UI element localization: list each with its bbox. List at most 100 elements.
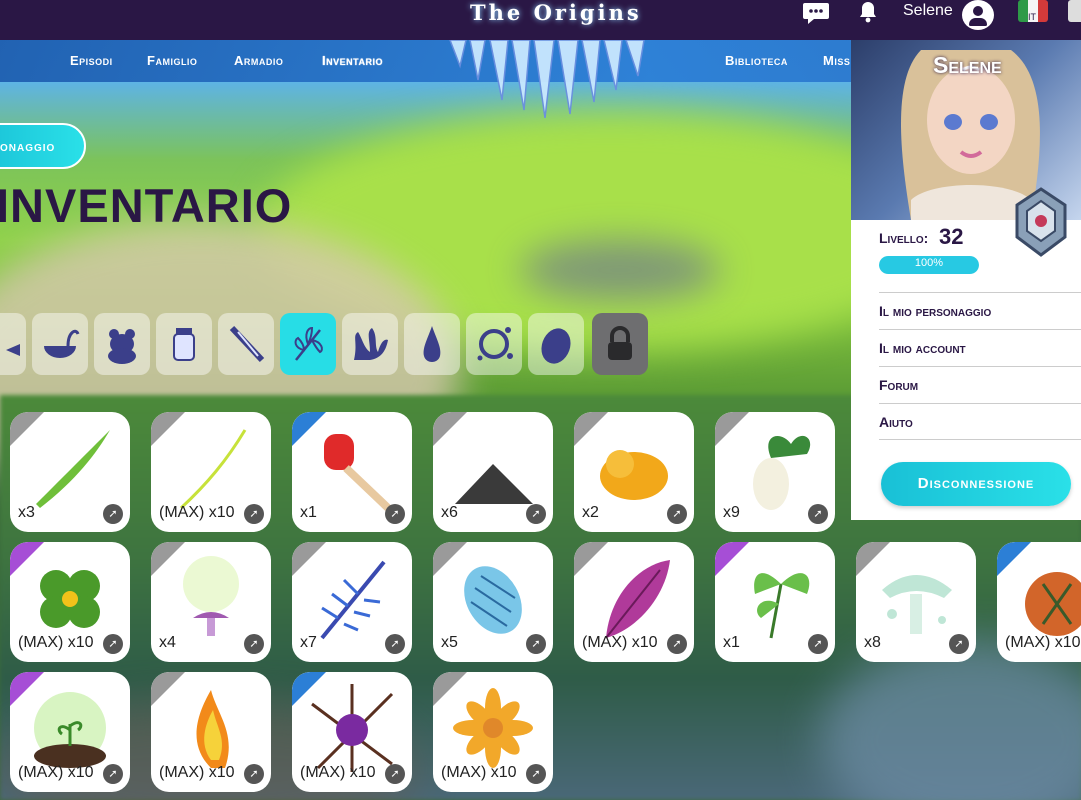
item-link-icon[interactable]: ➚ bbox=[103, 504, 123, 524]
category-tab-herb[interactable] bbox=[280, 313, 336, 375]
category-tab-dish[interactable] bbox=[0, 313, 26, 375]
item-quantity: x2 bbox=[582, 504, 599, 521]
item-link-icon[interactable]: ➚ bbox=[949, 634, 969, 654]
item-quantity: (MAX) x10 bbox=[1005, 634, 1081, 651]
item-link-icon[interactable]: ➚ bbox=[244, 634, 264, 654]
profile-name: Selene bbox=[933, 52, 1002, 78]
inventory-item-white-radish[interactable]: x9 ➚ bbox=[715, 412, 835, 532]
menu-my-character[interactable]: Il mio personaggio bbox=[879, 292, 1081, 329]
level-badge-icon bbox=[1015, 187, 1067, 257]
nav-armadio[interactable]: Armadio bbox=[234, 53, 283, 68]
item-quantity: (MAX) x10 bbox=[300, 764, 376, 781]
item-link-icon[interactable]: ➚ bbox=[244, 504, 264, 524]
category-tab-coral[interactable] bbox=[342, 313, 398, 375]
category-tab-ladle[interactable] bbox=[32, 313, 88, 375]
honey-dipper-icon bbox=[324, 434, 391, 511]
level-label: Livello: bbox=[879, 230, 929, 246]
character-button[interactable]: onaggio bbox=[0, 123, 86, 169]
lock-icon bbox=[608, 326, 632, 360]
item-link-icon[interactable]: ➚ bbox=[526, 764, 546, 784]
fire-flower-icon bbox=[196, 690, 229, 768]
bell-icon[interactable] bbox=[854, 0, 882, 26]
item-link-icon[interactable]: ➚ bbox=[667, 504, 687, 524]
drop-icon bbox=[423, 326, 441, 362]
thorn-berry-icon bbox=[311, 684, 394, 772]
coral-icon bbox=[354, 328, 388, 360]
item-quantity: (MAX) x10 bbox=[159, 764, 235, 781]
dish-icon bbox=[6, 344, 20, 356]
inventory-item-pomegranate[interactable]: (MAX) x10➚ bbox=[997, 542, 1081, 662]
item-link-icon[interactable]: ➚ bbox=[808, 504, 828, 524]
nav-biblioteca[interactable]: Biblioteca bbox=[725, 53, 788, 68]
extra-menu-icon[interactable] bbox=[1068, 0, 1081, 22]
inventory-item-glowing-mushroom[interactable]: x4 ➚ bbox=[151, 542, 271, 662]
item-link-icon[interactable]: ➚ bbox=[385, 504, 405, 524]
game-logo[interactable]: The Origins bbox=[470, 0, 642, 25]
nav-missioni[interactable]: Miss bbox=[823, 53, 850, 68]
category-tab-feather[interactable] bbox=[218, 313, 274, 375]
item-link-icon[interactable]: ➚ bbox=[667, 634, 687, 654]
category-tab-drop[interactable] bbox=[404, 313, 460, 375]
item-link-icon[interactable]: ➚ bbox=[244, 764, 264, 784]
menu-help[interactable]: Aiuto bbox=[879, 403, 1081, 440]
inventory-item-fire-flower[interactable]: (MAX) x10 ➚ bbox=[151, 672, 271, 792]
bubble-icon bbox=[477, 327, 513, 361]
inventory-item-slime-mushroom[interactable]: x8 ➚ bbox=[856, 542, 976, 662]
item-quantity: x8 bbox=[864, 634, 881, 651]
user-name[interactable]: Selene bbox=[903, 2, 953, 20]
four-leaf-clover-icon bbox=[40, 570, 100, 628]
item-quantity: x5 bbox=[441, 634, 458, 651]
inventory-item-green-sprig[interactable]: x1 ➚ bbox=[715, 542, 835, 662]
inventory-item-amber-resin[interactable]: x2 ➚ bbox=[574, 412, 694, 532]
inventory-item-four-leaf-clover[interactable]: (MAX) x10 ➚ bbox=[10, 542, 130, 662]
category-tab-locked[interactable] bbox=[592, 313, 648, 375]
item-link-icon[interactable]: ➚ bbox=[526, 634, 546, 654]
item-link-icon[interactable]: ➚ bbox=[808, 634, 828, 654]
item-quantity: (MAX) x10 bbox=[441, 764, 517, 781]
purple-leaf-icon bbox=[605, 560, 670, 639]
pomegranate-icon bbox=[1025, 572, 1081, 636]
inventory-item-purple-leaf[interactable]: (MAX) x10 ➚ bbox=[574, 542, 694, 662]
account-icon[interactable] bbox=[962, 0, 994, 30]
item-quantity: (MAX) x10 bbox=[159, 504, 235, 521]
menu-forum[interactable]: Forum bbox=[879, 366, 1081, 403]
item-link-icon[interactable]: ➚ bbox=[526, 504, 546, 524]
jar-icon bbox=[173, 328, 195, 361]
chat-icon[interactable] bbox=[802, 0, 830, 26]
nav-inventario[interactable]: Inventario bbox=[322, 53, 383, 68]
inventory-item-blue-fern[interactable]: x7 ➚ bbox=[292, 542, 412, 662]
inventory-item-thorn-berry[interactable]: (MAX) x10 ➚ bbox=[292, 672, 412, 792]
inventory-item-ash-pile[interactable]: x6 ➚ bbox=[433, 412, 553, 532]
orange-blossom-icon bbox=[453, 688, 533, 768]
category-tab-animal[interactable] bbox=[94, 313, 150, 375]
white-radish-icon bbox=[753, 435, 811, 510]
inventory-item-grass-blade[interactable]: x3 ➚ bbox=[10, 412, 130, 532]
ladle-icon bbox=[44, 329, 80, 358]
inventory-item-thin-stalk[interactable]: (MAX) x10 ➚ bbox=[151, 412, 271, 532]
feather-icon bbox=[229, 325, 265, 363]
inventory-item-honey-dipper[interactable]: x1 ➚ bbox=[292, 412, 412, 532]
nav-famiglio[interactable]: Famiglio bbox=[147, 53, 197, 68]
item-quantity: x6 bbox=[441, 504, 458, 521]
inventory-item-sprouting-soil[interactable]: (MAX) x10 ➚ bbox=[10, 672, 130, 792]
category-tab-stone[interactable] bbox=[528, 313, 584, 375]
item-link-icon[interactable]: ➚ bbox=[385, 634, 405, 654]
item-link-icon[interactable]: ➚ bbox=[103, 634, 123, 654]
category-tab-bubble[interactable] bbox=[466, 313, 522, 375]
category-tab-jar[interactable] bbox=[156, 313, 212, 375]
inventory-item-blue-pinecone[interactable]: x5 ➚ bbox=[433, 542, 553, 662]
top-bar: The Origins Selene IT bbox=[0, 0, 1081, 40]
language-label: IT bbox=[1028, 12, 1036, 22]
nav-episodi[interactable]: Episodi bbox=[70, 53, 113, 68]
item-quantity: x3 bbox=[18, 504, 35, 521]
logout-button[interactable]: Disconnessione bbox=[881, 462, 1071, 506]
grass-blade-icon bbox=[36, 430, 110, 508]
item-link-icon[interactable]: ➚ bbox=[385, 764, 405, 784]
xp-progress-bar: 100% bbox=[879, 256, 979, 274]
item-link-icon[interactable]: ➚ bbox=[103, 764, 123, 784]
menu-my-account[interactable]: Il mio account bbox=[879, 329, 1081, 366]
inventory-item-orange-blossom[interactable]: (MAX) x10 ➚ bbox=[433, 672, 553, 792]
item-quantity: (MAX) x10 bbox=[582, 634, 658, 651]
item-quantity: x1 bbox=[300, 504, 317, 521]
item-quantity: x1 bbox=[723, 634, 740, 651]
